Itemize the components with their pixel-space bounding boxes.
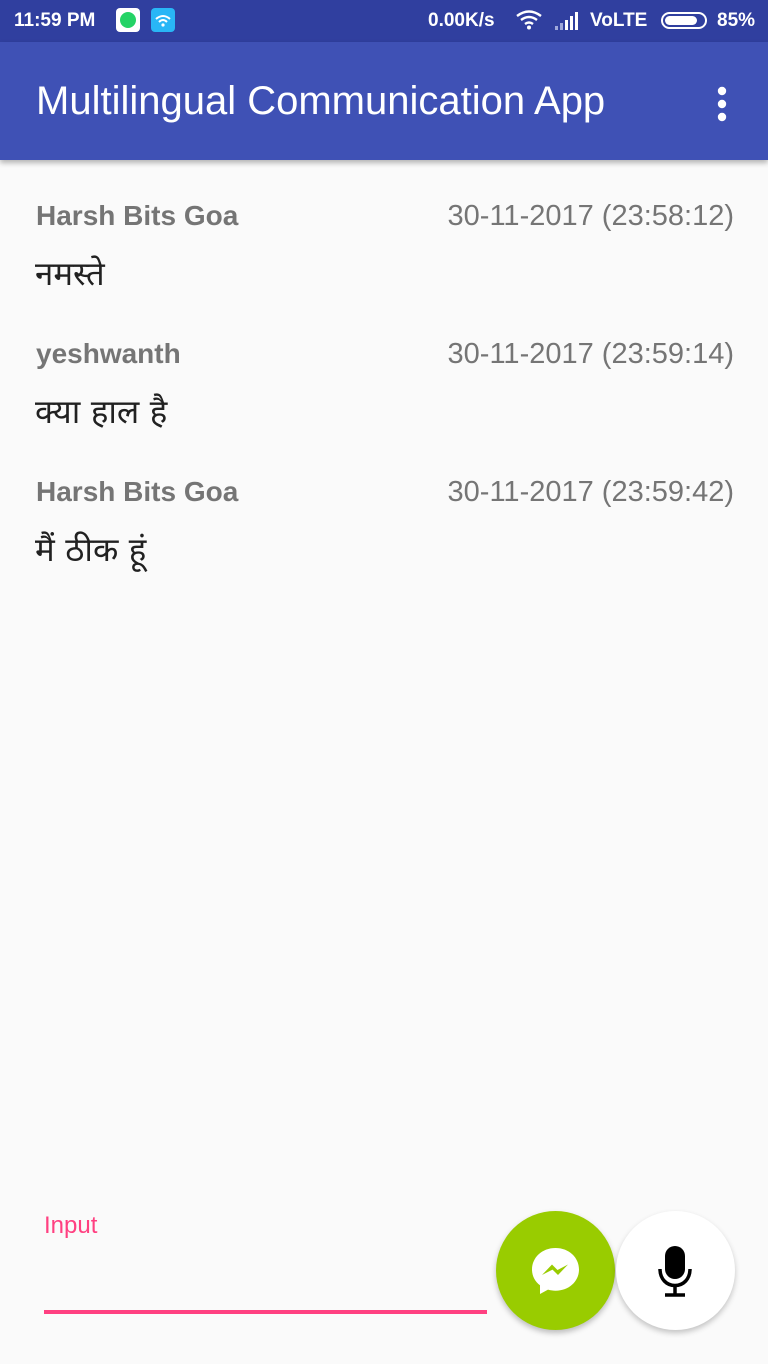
message-item: Harsh Bits Goa 30-11-2017 (23:58:12) नमस…: [0, 160, 768, 298]
app-bar: Multilingual Communication App: [0, 42, 768, 160]
battery-icon: [661, 12, 707, 29]
message-text: नमस्ते: [35, 254, 105, 293]
message-timestamp: 30-11-2017 (23:58:12): [447, 200, 734, 232]
wifi-icon: [516, 10, 542, 36]
message-sender: yeshwanth: [36, 338, 181, 369]
message-item: Harsh Bits Goa 30-11-2017 (23:59:42) मैं…: [0, 436, 768, 574]
input-underline: [44, 1310, 487, 1314]
messenger-icon: [532, 1248, 579, 1294]
send-button[interactable]: [496, 1211, 615, 1330]
message-list[interactable]: Harsh Bits Goa 30-11-2017 (23:58:12) नमस…: [0, 160, 768, 574]
wifi-app-icon: [151, 8, 175, 32]
message-sender: Harsh Bits Goa: [36, 476, 239, 507]
message-timestamp: 30-11-2017 (23:59:14): [447, 338, 734, 370]
more-vert-icon[interactable]: [706, 84, 738, 124]
message-text: मैं ठीक हूं: [35, 530, 147, 569]
signal-icon: [554, 11, 580, 37]
message-text: क्या हाल है: [35, 392, 168, 431]
whatsapp-icon: [116, 8, 140, 32]
message-sender: Harsh Bits Goa: [36, 200, 239, 231]
status-time: 11:59 PM: [14, 10, 96, 31]
input-label: Input: [44, 1212, 98, 1239]
message-item: yeshwanth 30-11-2017 (23:59:14) क्या हाल…: [0, 298, 768, 436]
battery-percent: 85%: [717, 10, 756, 31]
network-type: VoLTE: [590, 10, 648, 31]
network-speed: 0.00K/s: [428, 10, 495, 31]
message-input[interactable]: [44, 1256, 487, 1304]
status-bar: 11:59 PM 0.00K/s VoLTE 85%: [0, 0, 768, 42]
message-timestamp: 30-11-2017 (23:59:42): [447, 476, 734, 508]
mic-button[interactable]: [616, 1211, 735, 1330]
app-title: Multilingual Communication App: [36, 79, 606, 123]
microphone-icon: [658, 1246, 692, 1297]
